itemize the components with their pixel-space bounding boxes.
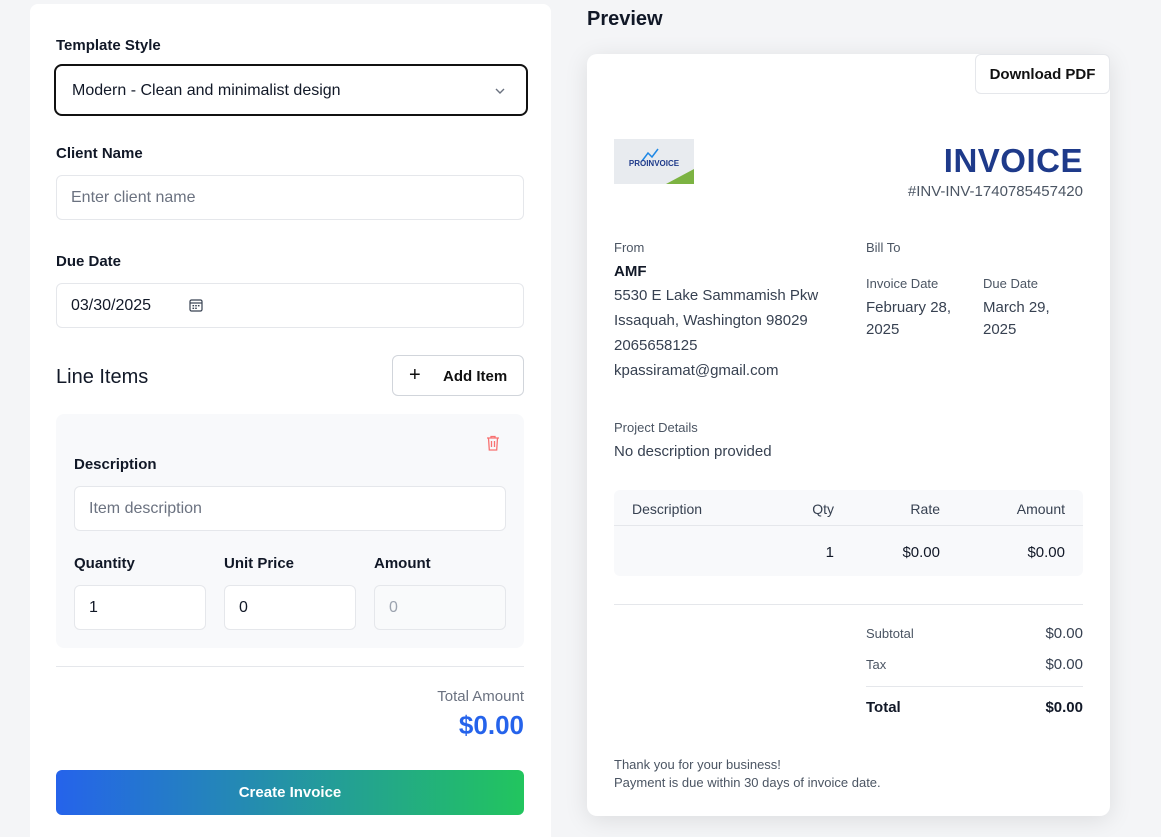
chevron-down-icon xyxy=(495,88,505,94)
from-name: AMF xyxy=(614,263,647,280)
svg-text:PROINVOICE: PROINVOICE xyxy=(629,159,680,168)
line-items-title: Line Items xyxy=(56,366,149,388)
total-value: $0.00 xyxy=(1045,699,1083,716)
download-pdf-button[interactable]: Download PDF xyxy=(975,54,1110,94)
due-date-value: 03/30/2025 xyxy=(71,297,152,314)
item-description-placeholder: Item description xyxy=(89,500,202,517)
invoice-preview: Download PDF PROINVOICE INVOICE #INV-INV… xyxy=(587,54,1110,816)
unit-price-value: 0 xyxy=(239,599,248,616)
add-item-label: Add Item xyxy=(443,368,508,385)
due-date-label: Due Date xyxy=(56,253,122,270)
amount-input: 0 xyxy=(374,585,506,630)
invoice-number: #INV-INV-1740785457420 xyxy=(907,183,1083,200)
subtotal-label: Subtotal xyxy=(866,626,914,641)
logo-graphic: PROINVOICE xyxy=(614,139,694,184)
plus-icon: + xyxy=(409,364,421,386)
subtotal-value: $0.00 xyxy=(1045,625,1083,642)
trash-icon[interactable] xyxy=(485,434,501,452)
invoice-date-line1: February 28, xyxy=(866,299,952,316)
th-description: Description xyxy=(632,501,703,517)
template-style-label: Template Style xyxy=(56,37,161,54)
due-date-input[interactable]: 03/30/2025 xyxy=(56,283,524,328)
form-divider xyxy=(56,666,524,667)
invoice-date-line2: 2025 xyxy=(866,321,900,338)
total-amount-label: Total Amount xyxy=(437,688,524,705)
from-email: kpassiramat@gmail.com xyxy=(614,362,779,379)
client-name-placeholder: Enter client name xyxy=(71,189,196,206)
add-item-button[interactable]: + Add Item xyxy=(392,355,524,396)
amount-value: 0 xyxy=(389,599,398,616)
from-label: From xyxy=(614,240,645,255)
calendar-icon[interactable] xyxy=(189,298,203,312)
table-header: Description Qty Rate Amount xyxy=(614,490,1083,526)
invoice-form-panel: Template Style Modern - Clean and minima… xyxy=(30,4,551,837)
td-qty: 1 xyxy=(825,544,834,561)
client-name-input[interactable]: Enter client name xyxy=(56,175,524,220)
bill-to-label: Bill To xyxy=(866,240,901,255)
due-date-line1: March 29, xyxy=(983,299,1050,316)
from-address-line2: Issaquah, Washington 98029 xyxy=(614,312,808,329)
from-phone: 2065658125 xyxy=(614,337,698,354)
unit-price-input[interactable]: 0 xyxy=(224,585,356,630)
total-divider xyxy=(866,686,1083,687)
project-details-text: No description provided xyxy=(614,443,772,460)
footer-terms: Payment is due within 30 days of invoice… xyxy=(614,775,881,790)
th-rate: Rate xyxy=(910,501,940,517)
preview-title: Preview xyxy=(587,8,663,30)
footer-thanks: Thank you for your business! xyxy=(614,757,781,772)
total-label: Total xyxy=(866,699,901,716)
item-description-label: Description xyxy=(74,456,157,473)
invoice-date-label: Invoice Date xyxy=(866,276,939,291)
template-style-value: Modern - Clean and minimalist design xyxy=(72,82,341,99)
from-address-line1: 5530 E Lake Sammamish Pkw xyxy=(614,287,819,304)
total-amount-value: $0.00 xyxy=(458,710,524,740)
td-rate: $0.00 xyxy=(902,544,940,561)
tax-label: Tax xyxy=(866,657,887,672)
item-description-input[interactable]: Item description xyxy=(74,486,506,531)
create-invoice-button[interactable]: Create Invoice xyxy=(56,770,524,815)
th-qty: Qty xyxy=(812,501,834,517)
line-items-table: Description Qty Rate Amount 1 $0.00 $0.0… xyxy=(614,490,1083,576)
template-style-select[interactable]: Modern - Clean and minimalist design xyxy=(54,64,528,116)
quantity-input[interactable]: 1 xyxy=(74,585,206,630)
quantity-label: Quantity xyxy=(74,555,135,572)
due-date-preview-label: Due Date xyxy=(983,276,1038,291)
project-details-label: Project Details xyxy=(614,420,698,435)
line-item-card: Description Item description Quantity Un… xyxy=(56,414,524,648)
company-logo: PROINVOICE xyxy=(614,139,694,184)
unit-price-label: Unit Price xyxy=(224,555,295,572)
client-name-label: Client Name xyxy=(56,145,143,162)
invoice-heading: INVOICE xyxy=(943,142,1083,179)
tax-value: $0.00 xyxy=(1045,656,1083,673)
quantity-value: 1 xyxy=(89,599,98,616)
th-amount: Amount xyxy=(1016,501,1065,517)
td-amount: $0.00 xyxy=(1027,544,1065,561)
amount-label: Amount xyxy=(374,555,431,572)
due-date-line2: 2025 xyxy=(983,321,1017,338)
totals-divider xyxy=(614,604,1083,605)
